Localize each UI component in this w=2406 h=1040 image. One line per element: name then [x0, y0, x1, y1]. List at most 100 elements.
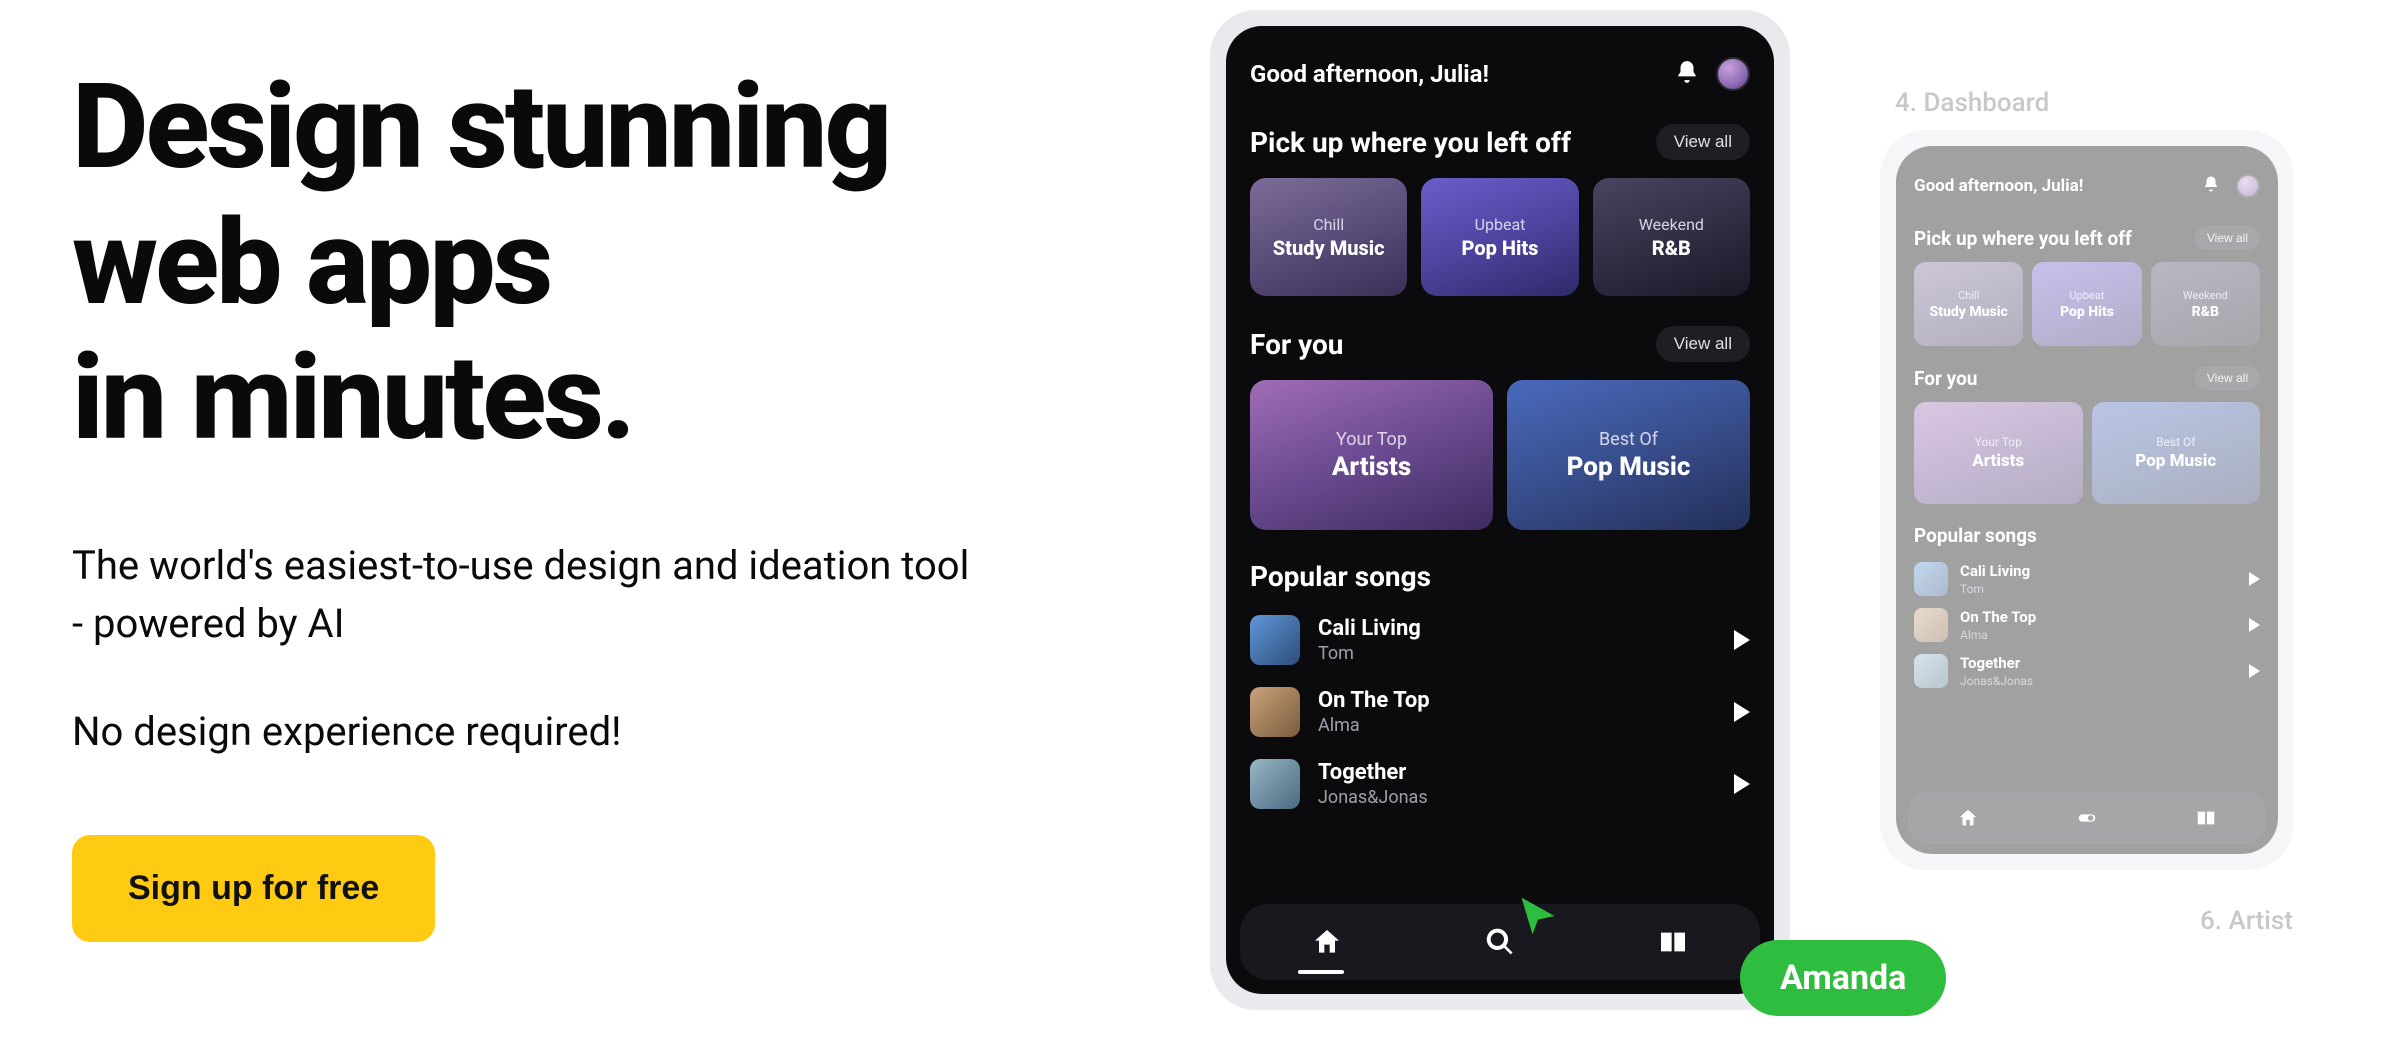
song-row[interactable]: Cali Living Tom	[1250, 607, 1750, 673]
phone-header: Good afternoon, Julia!	[1250, 54, 1750, 94]
foryou-cards: Your Top Artists Best Of Pop Music	[1250, 380, 1750, 530]
hero-headline: Design stunning web apps in minutes.	[72, 60, 972, 467]
headline-line-2: web apps	[72, 194, 550, 332]
signup-button[interactable]: Sign up for free	[72, 835, 435, 942]
card-pop-hits: Upbeat Pop Hits	[2032, 262, 2141, 346]
song-thumb	[1250, 615, 1300, 665]
card-line-1: Chill	[1958, 289, 1979, 302]
song-row: Cali Living Tom	[1914, 557, 2260, 601]
card-best-of-pop[interactable]: Best Of Pop Music	[1507, 380, 1750, 530]
section-foryou-title: For you	[1914, 367, 1977, 390]
viewall-foryou-button[interactable]: View all	[1656, 326, 1750, 362]
card-line-2: R&B	[2192, 304, 2219, 320]
bell-icon[interactable]	[1674, 59, 1700, 89]
section-foryou-title: For you	[1250, 328, 1343, 361]
card-line-2: Pop Hits	[1462, 236, 1539, 260]
section-recent-header: Pick up where you left off View all	[1250, 124, 1750, 160]
card-line-2: Pop Music	[1567, 452, 1691, 482]
song-row: On The Top Alma	[1914, 603, 2260, 647]
card-line-1: Your Top	[1975, 435, 2022, 449]
section-popular-header: Popular songs	[1250, 560, 1750, 593]
card-line-1: Best Of	[1599, 429, 1658, 450]
card-line-1: Upbeat	[1475, 215, 1526, 234]
recent-cards: Chill Study Music Upbeat Pop Hits Weeken…	[1250, 178, 1750, 296]
song-artist: Tom	[1318, 643, 1716, 664]
canvas-label-dashboard: 4. Dashboard	[1895, 88, 2049, 118]
card-line-1: Weekend	[2183, 289, 2228, 302]
search-icon[interactable]	[1480, 922, 1520, 962]
hero-lead: The world's easiest-to-use design and id…	[72, 537, 972, 653]
play-icon[interactable]	[1734, 774, 1750, 794]
bell-icon	[2202, 175, 2220, 197]
bottom-nav	[1240, 904, 1760, 980]
card-line-1: Your Top	[1336, 429, 1407, 450]
bottom-nav	[1908, 792, 2266, 844]
avatar[interactable]	[1716, 57, 1750, 91]
card-rnb: Weekend R&B	[2151, 262, 2260, 346]
cursor-arrow-icon	[1516, 894, 1560, 938]
card-line-2: Artists	[1972, 451, 2024, 471]
section-popular-title: Popular songs	[1250, 560, 1431, 593]
song-row: Together Jonas&Jonas	[1914, 649, 2260, 693]
play-icon	[2249, 664, 2260, 678]
card-rnb[interactable]: Weekend R&B	[1593, 178, 1750, 296]
section-recent-title: Pick up where you left off	[1250, 126, 1571, 159]
card-line-2: R&B	[1652, 236, 1691, 260]
card-your-top-artists: Your Top Artists	[1914, 402, 2083, 504]
song-row[interactable]: On The Top Alma	[1250, 679, 1750, 745]
card-line-1: Upbeat	[2070, 289, 2105, 302]
songs-list: Cali Living Tom On The Top Alma	[1250, 607, 1750, 817]
library-icon[interactable]	[1653, 922, 1693, 962]
hero-subtext: No design experience required!	[72, 708, 972, 755]
card-pop-hits[interactable]: Upbeat Pop Hits	[1421, 178, 1578, 296]
card-line-2: Study Music	[1273, 236, 1385, 260]
phone-main-screen: Good afternoon, Julia! Pick up where you…	[1226, 26, 1774, 994]
nav-active-indicator	[1298, 970, 1344, 974]
section-recent-title: Pick up where you left off	[1914, 227, 2132, 250]
card-line-1: Best Of	[2156, 435, 2195, 449]
section-foryou-header: For you View all	[1250, 326, 1750, 362]
song-title: On The Top	[1318, 688, 1716, 713]
viewall-foryou-button: View all	[2195, 366, 2260, 390]
song-title: Together	[1960, 654, 2237, 672]
viewall-recent-button: View all	[2195, 226, 2260, 250]
card-line-2: Pop Music	[2135, 451, 2216, 471]
greeting-text: Good afternoon, Julia!	[1914, 176, 2083, 196]
home-icon[interactable]	[1307, 922, 1347, 962]
song-artist: Jonas&Jonas	[1318, 787, 1716, 808]
headline-line-1: Design stunning	[72, 58, 889, 196]
song-title: Together	[1318, 760, 1716, 785]
avatar	[2236, 174, 2260, 198]
song-thumb	[1914, 608, 1948, 642]
play-icon[interactable]	[1734, 630, 1750, 650]
greeting-text: Good afternoon, Julia!	[1250, 60, 1489, 88]
card-study-music: Chill Study Music	[1914, 262, 2023, 346]
collaborator-name: Amanda	[1740, 940, 1946, 1016]
home-icon	[1948, 798, 1988, 838]
play-icon	[2249, 572, 2260, 586]
song-thumb	[1914, 562, 1948, 596]
card-best-of-pop: Best Of Pop Music	[2092, 402, 2261, 504]
card-study-music[interactable]: Chill Study Music	[1250, 178, 1407, 296]
viewall-recent-button[interactable]: View all	[1656, 124, 1750, 160]
card-line-1: Chill	[1313, 215, 1344, 234]
toggle-icon	[2067, 798, 2107, 838]
song-artist: Jonas&Jonas	[1960, 674, 2237, 688]
card-line-2: Pop Hits	[2060, 304, 2114, 320]
song-row[interactable]: Together Jonas&Jonas	[1250, 751, 1750, 817]
card-line-2: Study Music	[1930, 304, 2008, 320]
headline-line-3: in minutes.	[72, 329, 633, 467]
song-thumb	[1914, 654, 1948, 688]
card-line-1: Weekend	[1639, 215, 1704, 234]
section-popular-title: Popular songs	[1914, 524, 2037, 547]
card-your-top-artists[interactable]: Your Top Artists	[1250, 380, 1493, 530]
collaborator-cursor: Amanda	[1740, 940, 1946, 1016]
canvas-label-artist: 6. Artist	[2200, 906, 2293, 936]
song-title: Cali Living	[1318, 616, 1716, 641]
song-artist: Alma	[1318, 715, 1716, 736]
song-title: On The Top	[1960, 608, 2237, 626]
phone-secondary-screen: Good afternoon, Julia! Pick up where you…	[1896, 146, 2278, 854]
phone-secondary: Good afternoon, Julia! Pick up where you…	[1880, 130, 2294, 870]
hero-section: Design stunning web apps in minutes. The…	[72, 60, 972, 942]
play-icon[interactable]	[1734, 702, 1750, 722]
